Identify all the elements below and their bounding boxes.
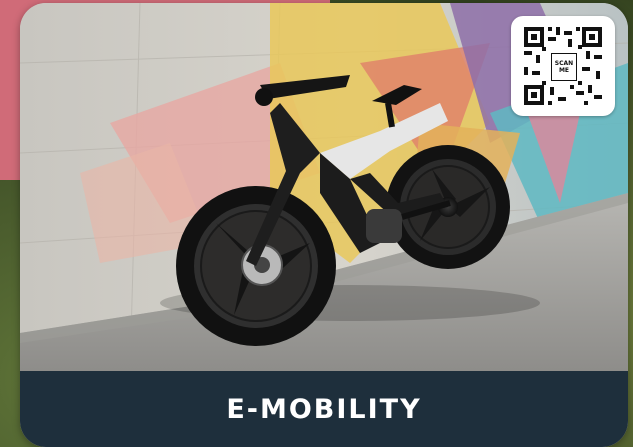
scan-me-label: SCAN ME [551,53,577,81]
qr-code-card[interactable]: SCAN ME [511,16,615,116]
scan-label: SCAN [554,60,574,67]
caption-bar: E-MOBILITY [20,371,628,447]
e-mobility-card[interactable]: E-MOBILITY SCAN ME [20,3,628,447]
qr-code-icon: SCAN ME [522,25,604,107]
me-label: ME [558,67,570,74]
card-title: E-MOBILITY [226,393,422,425]
